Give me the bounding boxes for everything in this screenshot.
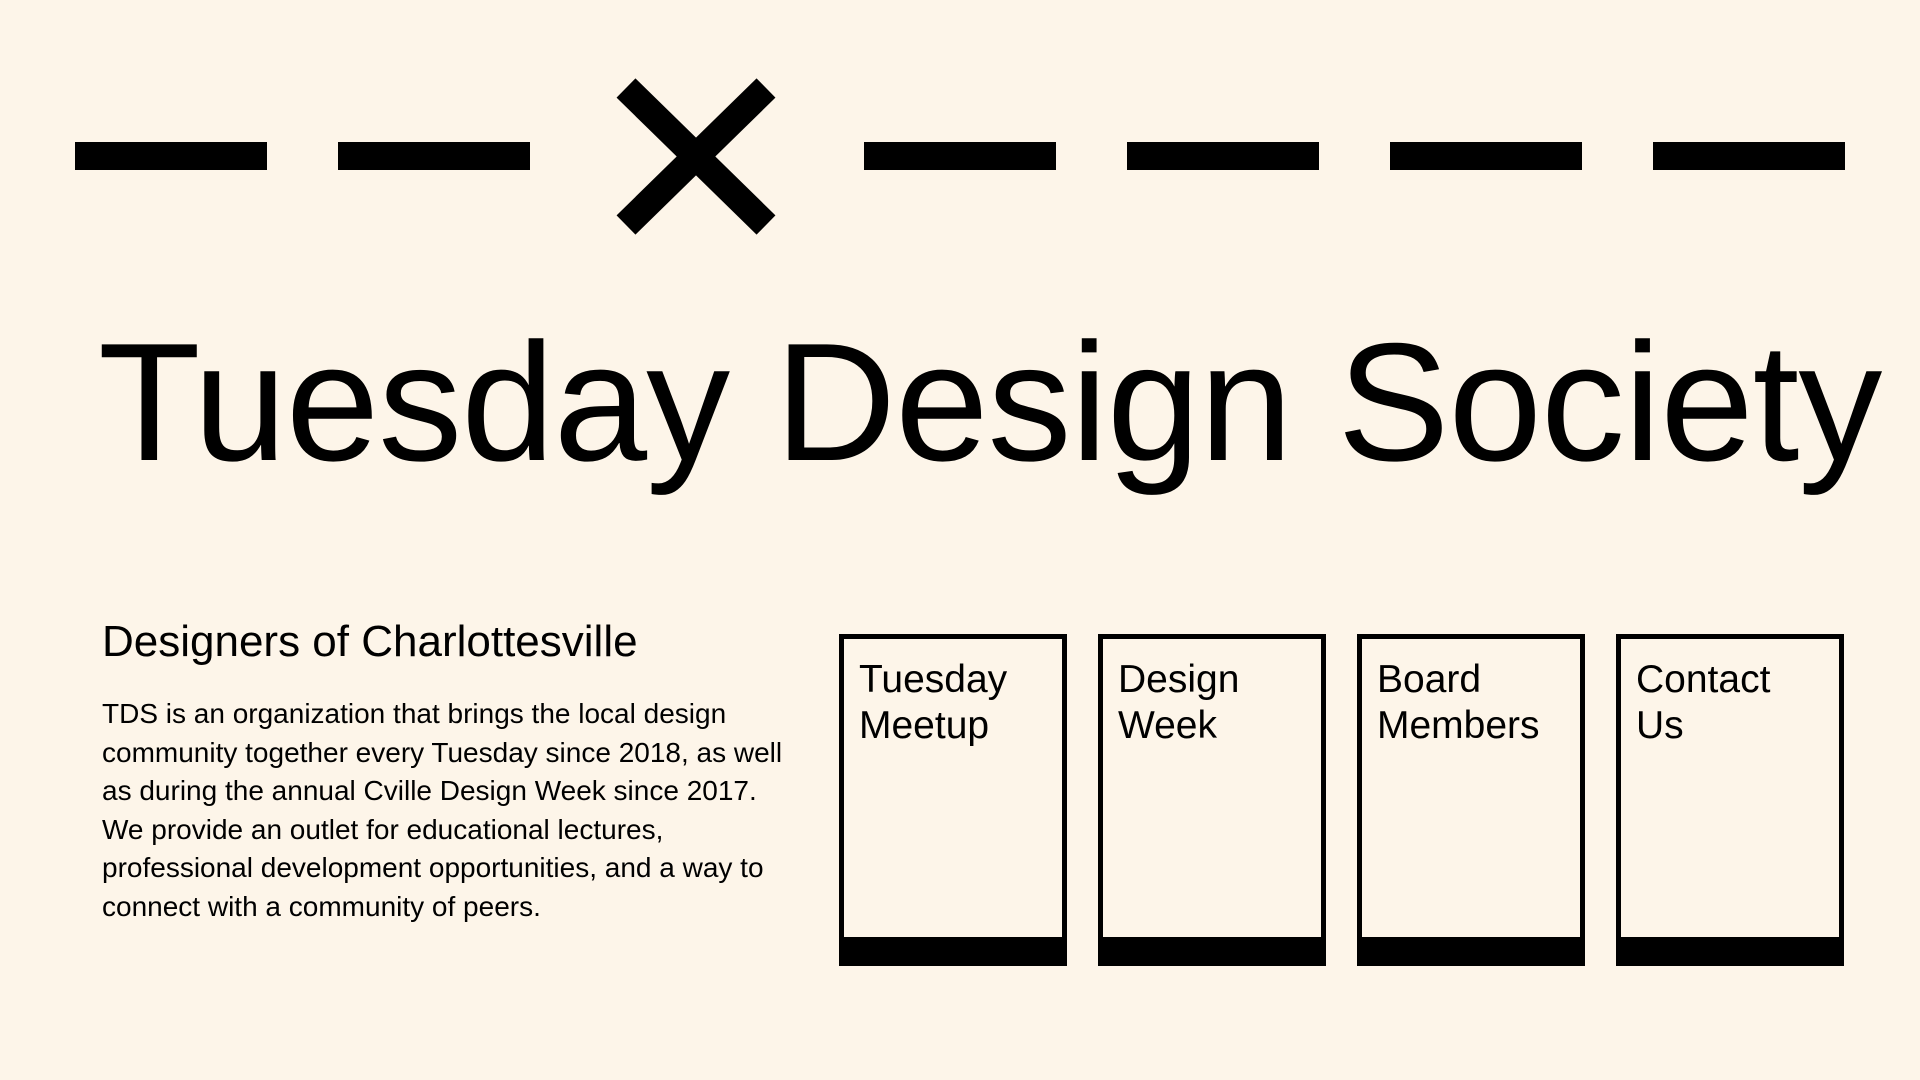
intro-heading: Designers of Charlottesville [102,617,638,666]
intro-description: TDS is an organization that brings the l… [102,698,783,922]
dash-divider [1653,142,1845,170]
nav-card-label-line: Design [1118,658,1240,701]
decorative-dash-row [0,0,1920,240]
nav-card-label-line: Board [1377,658,1482,701]
nav-card-label: Design Week [1118,657,1313,749]
dash-divider [864,142,1056,170]
dash-divider [338,142,530,170]
nav-card-label-line: Us [1636,704,1684,747]
dash-divider [1390,142,1582,170]
nav-card-label-line: Contact [1636,658,1771,701]
nav-card-tuesday-meetup[interactable]: Tuesday Meetup [839,634,1067,966]
nav-card-label: Contact Us [1636,657,1831,749]
nav-card-label-line: Meetup [859,704,990,747]
nav-card-label-line: Members [1377,704,1540,747]
x-icon [616,78,776,235]
nav-card-label: Board Members [1377,657,1572,749]
nav-card-contact-us[interactable]: Contact Us [1616,634,1844,966]
nav-card-board-members[interactable]: Board Members [1357,634,1585,966]
dash-divider [75,142,267,170]
page-title: Tuesday Design Society [98,308,1882,496]
nav-card-design-week[interactable]: Design Week [1098,634,1326,966]
nav-card-label-line: Week [1118,704,1217,747]
nav-card-label: Tuesday Meetup [859,657,1054,749]
nav-card-label-line: Tuesday [859,658,1008,701]
dash-divider [1127,142,1319,170]
